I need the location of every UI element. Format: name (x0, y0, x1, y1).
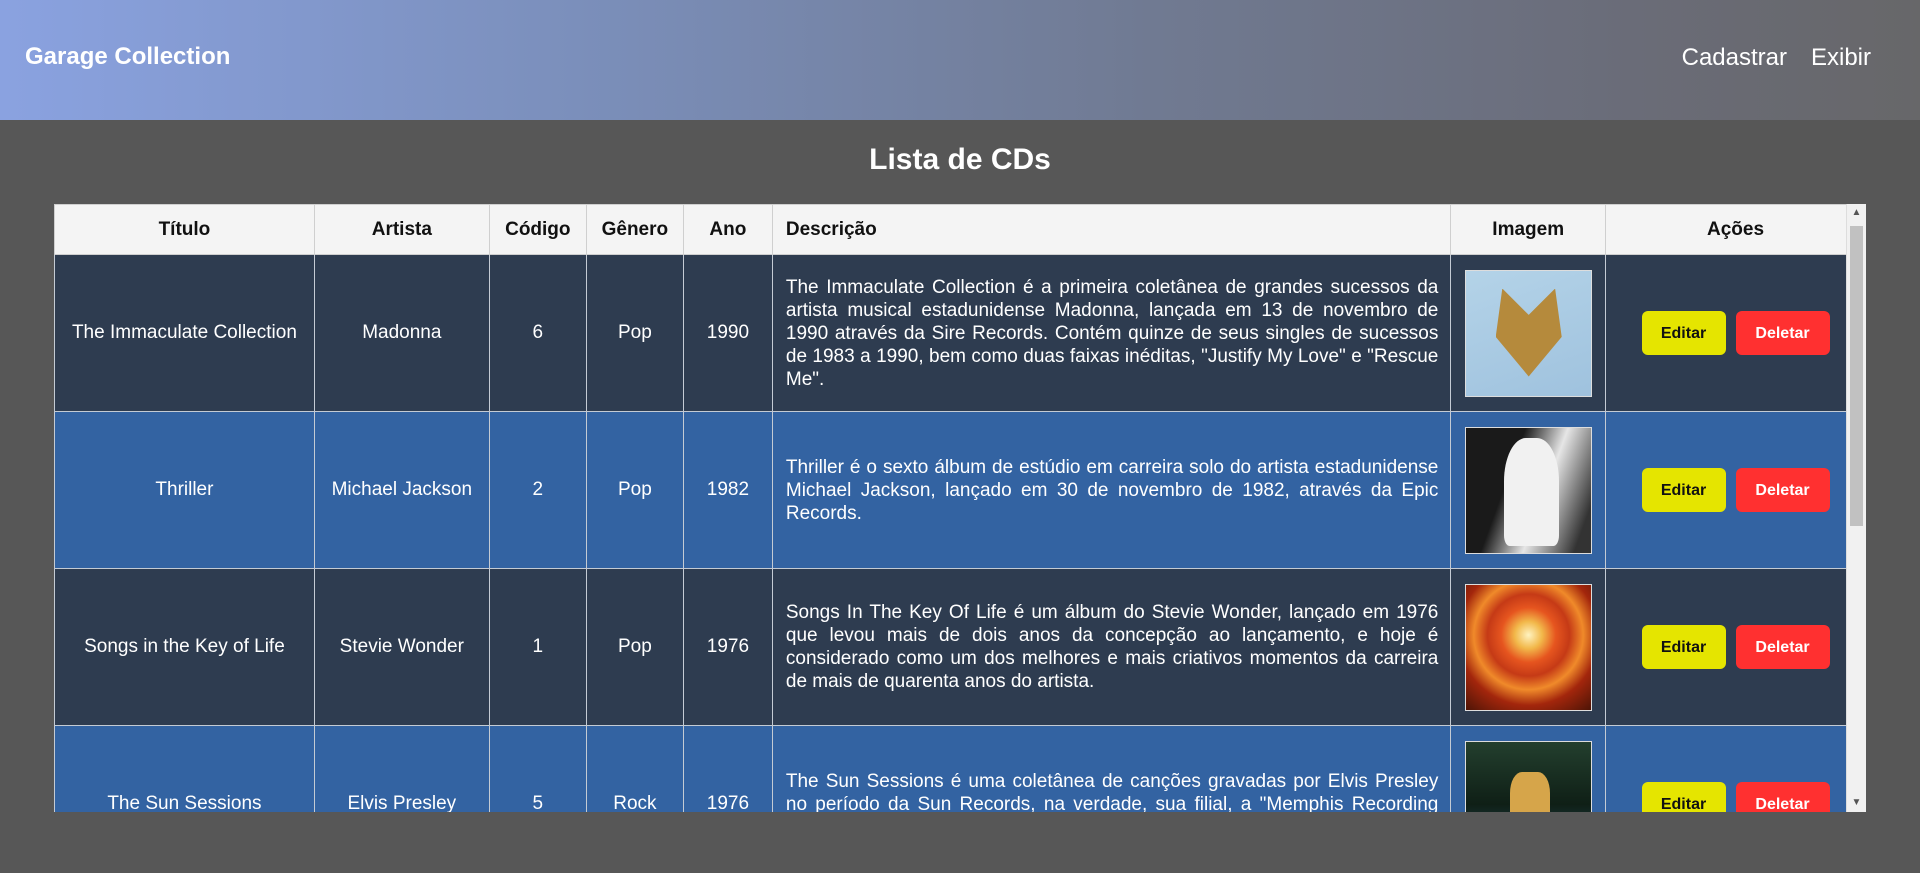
cell-descricao: Songs In The Key Of Life é um álbum do S… (771, 568, 1452, 726)
cell-ano: 1990 (682, 254, 773, 412)
cell-acoes: Editar Deletar (1605, 725, 1866, 812)
table-row: Songs in the Key of Life Stevie Wonder 1… (54, 568, 1866, 726)
cell-genero: Pop (585, 254, 684, 412)
album-cover-image (1464, 269, 1592, 397)
cell-descricao: The Immaculate Collection é a primeira c… (771, 254, 1452, 412)
edit-button[interactable]: Editar (1641, 311, 1726, 355)
table-row: The Sun Sessions Elvis Presley 5 Rock 19… (54, 725, 1866, 812)
cell-artista: Madonna (313, 254, 490, 412)
cell-genero: Rock (585, 725, 684, 812)
cell-imagem (1450, 725, 1607, 812)
column-header-artista: Artista (313, 204, 490, 255)
album-cover-image (1464, 740, 1592, 812)
column-header-titulo: Título (54, 204, 315, 255)
cell-codigo: 5 (488, 725, 587, 812)
table-scrollbar[interactable]: ▲ ▼ (1846, 204, 1866, 812)
cell-descricao: The Sun Sessions é uma coletânea de canç… (771, 725, 1452, 812)
cell-codigo: 1 (488, 568, 587, 726)
album-cover-image (1464, 426, 1592, 554)
column-header-acoes: Ações (1605, 204, 1866, 255)
app-header: Garage Collection Cadastrar Exibir (0, 0, 1920, 120)
column-header-codigo: Código (488, 204, 587, 255)
cell-acoes: Editar Deletar (1605, 411, 1866, 569)
scroll-down-arrow-icon[interactable]: ▼ (1847, 794, 1866, 812)
column-header-ano: Ano (682, 204, 773, 255)
scroll-up-arrow-icon[interactable]: ▲ (1847, 204, 1866, 222)
cell-descricao: Thriller é o sexto álbum de estúdio em c… (771, 411, 1452, 569)
table-header-row: Título Artista Código Gênero Ano Descriç… (54, 204, 1866, 255)
cell-ano: 1982 (682, 411, 773, 569)
table-row: The Immaculate Collection Madonna 6 Pop … (54, 254, 1866, 412)
cell-artista: Michael Jackson (313, 411, 490, 569)
cell-genero: Pop (585, 568, 684, 726)
cell-imagem (1450, 411, 1607, 569)
cell-imagem (1450, 254, 1607, 412)
cell-titulo: Songs in the Key of Life (54, 568, 315, 726)
cell-titulo: The Sun Sessions (54, 725, 315, 812)
delete-button[interactable]: Deletar (1735, 625, 1830, 669)
cell-ano: 1976 (682, 725, 773, 812)
album-cover-image (1464, 583, 1592, 711)
top-nav: Cadastrar Exibir (1682, 44, 1871, 72)
table-row: Thriller Michael Jackson 2 Pop 1982 Thri… (54, 411, 1866, 569)
cell-imagem (1450, 568, 1607, 726)
cell-genero: Pop (585, 411, 684, 569)
scrollbar-thumb[interactable] (1850, 226, 1863, 526)
delete-button[interactable]: Deletar (1735, 468, 1830, 512)
cell-acoes: Editar Deletar (1605, 568, 1866, 726)
column-header-descricao: Descrição (771, 204, 1452, 255)
delete-button[interactable]: Deletar (1735, 782, 1830, 812)
nav-link-exibir[interactable]: Exibir (1811, 44, 1871, 72)
cell-acoes: Editar Deletar (1605, 254, 1866, 412)
cell-artista: Elvis Presley (313, 725, 490, 812)
edit-button[interactable]: Editar (1641, 625, 1726, 669)
cd-table: Título Artista Código Gênero Ano Descriç… (54, 204, 1866, 812)
cell-titulo: Thriller (54, 411, 315, 569)
edit-button[interactable]: Editar (1641, 782, 1726, 812)
cell-codigo: 2 (488, 411, 587, 569)
cd-table-container: Título Artista Código Gênero Ano Descriç… (54, 204, 1866, 812)
cell-ano: 1976 (682, 568, 773, 726)
edit-button[interactable]: Editar (1641, 468, 1726, 512)
cell-titulo: The Immaculate Collection (54, 254, 315, 412)
delete-button[interactable]: Deletar (1735, 311, 1830, 355)
nav-link-cadastrar[interactable]: Cadastrar (1682, 44, 1787, 72)
brand-title[interactable]: Garage Collection (25, 43, 230, 71)
column-header-genero: Gênero (585, 204, 684, 255)
column-header-imagem: Imagem (1450, 204, 1607, 255)
cell-artista: Stevie Wonder (313, 568, 490, 726)
cell-codigo: 6 (488, 254, 587, 412)
page-title: Lista de CDs (869, 143, 1051, 176)
